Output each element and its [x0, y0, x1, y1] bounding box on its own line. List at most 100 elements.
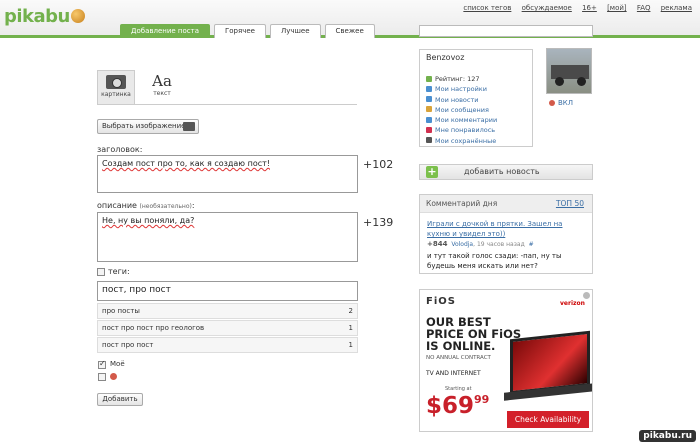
toplink-age[interactable]: 16+ [582, 4, 597, 12]
title-label: заголовок: [97, 145, 143, 154]
tag-suggestion[interactable]: пост про пост 1 [97, 337, 358, 353]
comment-of-day-header: Комментарий дня ТОП 50 [420, 195, 592, 213]
tab-hot[interactable]: Горячее [214, 24, 266, 38]
comment-author[interactable]: Volodja [451, 241, 473, 248]
ad-close-icon[interactable] [583, 292, 590, 299]
comment-meta: +844 Volodja, 19 часов назад # [427, 240, 534, 248]
description-value: Не, ну вы поняли, да? [102, 216, 195, 225]
description-counter: +139 [363, 216, 394, 229]
fios-advert[interactable]: FiOS verizon OUR BEST PRICE ON FiOS IS O… [419, 289, 593, 432]
description-label: описание (необязательно): [97, 201, 195, 210]
user-menu-comments[interactable]: Мои комментарии [426, 115, 497, 125]
tags-checkbox[interactable] [97, 268, 105, 276]
wheel-shape [555, 77, 564, 86]
select-image-button[interactable]: Выбрать изображение [97, 119, 199, 134]
tab-text[interactable]: Aa текст [143, 70, 181, 104]
ad-no-contract: NO ANNUAL CONTRACT [426, 355, 491, 361]
top50-link[interactable]: ТОП 50 [556, 199, 584, 208]
save-icon [426, 137, 432, 144]
toplink-discussed[interactable]: обсуждаемое [522, 4, 572, 12]
envelope-icon [426, 106, 432, 113]
moe-label: Моё [110, 360, 125, 368]
heart-icon [426, 126, 432, 133]
description-label-text: описание [97, 201, 137, 210]
title-field[interactable]: Создам пост про то, как я создаю пост! [97, 155, 358, 193]
select-image-label: Выбрать изображение [102, 122, 186, 130]
user-menu-liked[interactable]: Мне понравилось [426, 125, 497, 135]
comment-text: и тут такой голос сзади: -пап, ну ты буд… [427, 252, 562, 270]
rating-label: Рейтинг: 127 [435, 75, 480, 83]
user-menu-messages[interactable]: Мои сообщения [426, 105, 497, 115]
tag-suggestion-count: 1 [348, 341, 353, 349]
settings-label: Мои настройки [435, 85, 487, 94]
tags-input[interactable]: пост, про пост [97, 281, 358, 301]
logo-text: pikabu [4, 6, 70, 27]
comment-post-link[interactable]: Играли с дочкой в прятки. Зашел на кухню… [427, 219, 587, 239]
tag-suggestion[interactable]: про посты 2 [97, 303, 358, 319]
site-logo[interactable]: pikabu [4, 6, 85, 27]
vkl-toggle[interactable]: ВКЛ [549, 99, 573, 107]
avatar[interactable] [546, 48, 592, 94]
ad-starting: Starting at [445, 386, 472, 392]
plus-icon: + [426, 165, 438, 178]
tag-suggestion-name: про посты [102, 307, 140, 315]
post-type-tabs: картинка Aa текст [97, 70, 357, 105]
title-counter: +102 [363, 158, 394, 171]
comment-icon [426, 116, 432, 123]
tab-picture[interactable]: картинка [97, 70, 135, 104]
tab-add-post[interactable]: Добавление поста [120, 24, 210, 38]
news-icon [426, 96, 432, 103]
strawberry-icon [110, 373, 117, 380]
ad-headline: OUR BEST PRICE ON FiOS IS ONLINE. [426, 316, 521, 352]
add-post-button[interactable]: Добавить [97, 393, 143, 406]
comment-hash-link[interactable]: # [529, 241, 534, 248]
tab-best[interactable]: Лучшее [269, 24, 321, 38]
tab-picture-label: картинка [101, 91, 131, 98]
add-news-button[interactable]: + добавить новость [419, 164, 593, 180]
add-news-label: добавить новость [464, 167, 540, 176]
toplink-mine[interactable]: [мой] [607, 4, 627, 12]
title-value: Создам пост про то, как я создаю пост! [102, 159, 270, 168]
site-header: pikabu список тегов обсуждаемое 16+ [мой… [0, 0, 700, 38]
text-icon: Aa [152, 72, 172, 90]
description-field[interactable]: Не, ну вы поняли, да? [97, 212, 358, 262]
tab-text-label: текст [153, 90, 171, 97]
comment-time: , 19 часов назад [473, 241, 525, 248]
logo-ball-icon [70, 9, 85, 23]
user-menu-settings[interactable]: Мои настройки [426, 84, 497, 94]
user-menu-rating: Рейтинг: 127 [426, 74, 497, 84]
user-menu-news[interactable]: Мои новости [426, 95, 497, 105]
messages-label: Мои сообщения [435, 105, 489, 114]
watermark: pikabu.ru [639, 430, 696, 442]
camera-icon [183, 122, 195, 131]
moe-checkbox[interactable] [98, 359, 106, 369]
toplink-ads[interactable]: реклама [661, 4, 692, 12]
main-nav: Добавление поста Горячее Лучшее Свежее [120, 24, 379, 38]
user-menu-saved[interactable]: Мои сохранённые [426, 136, 497, 146]
username[interactable]: Benzovoz [426, 53, 464, 62]
tag-suggestion[interactable]: пост про пост про геологов 1 [97, 320, 358, 336]
toplink-faq[interactable]: FAQ [637, 4, 651, 12]
ad-headline-line: IS ONLINE. [426, 339, 496, 353]
liked-label: Мне понравилось [435, 126, 496, 135]
toplink-tags[interactable]: список тегов [463, 4, 511, 12]
description-label-note: (необязательно) [139, 203, 192, 210]
strawberry-checkbox[interactable] [98, 373, 106, 381]
settings-icon [426, 85, 432, 92]
tab-fresh[interactable]: Свежее [324, 24, 375, 38]
ad-tv-internet: TV AND INTERNET [426, 370, 481, 377]
ad-price-cents: 99 [474, 393, 490, 406]
camera-icon [106, 75, 126, 89]
comments-label: Мои комментарии [435, 116, 498, 125]
user-panel: Benzovoz Рейтинг: 127 Мои настройки Мои … [419, 49, 533, 147]
ad-price: $6999 [426, 393, 489, 419]
wheel-shape [577, 77, 586, 86]
ad-price-main: $69 [426, 393, 475, 419]
search-input[interactable] [419, 25, 593, 37]
saved-label: Мои сохранённые [435, 136, 497, 145]
comment-of-day-title: Комментарий дня [426, 199, 498, 208]
comment-of-day: Комментарий дня ТОП 50 Играли с дочкой в… [419, 194, 593, 274]
tag-suggestion-count: 2 [348, 307, 353, 315]
user-menu: Рейтинг: 127 Мои настройки Мои новости М… [426, 74, 497, 146]
check-availability-button[interactable]: Check Availability [507, 411, 589, 428]
